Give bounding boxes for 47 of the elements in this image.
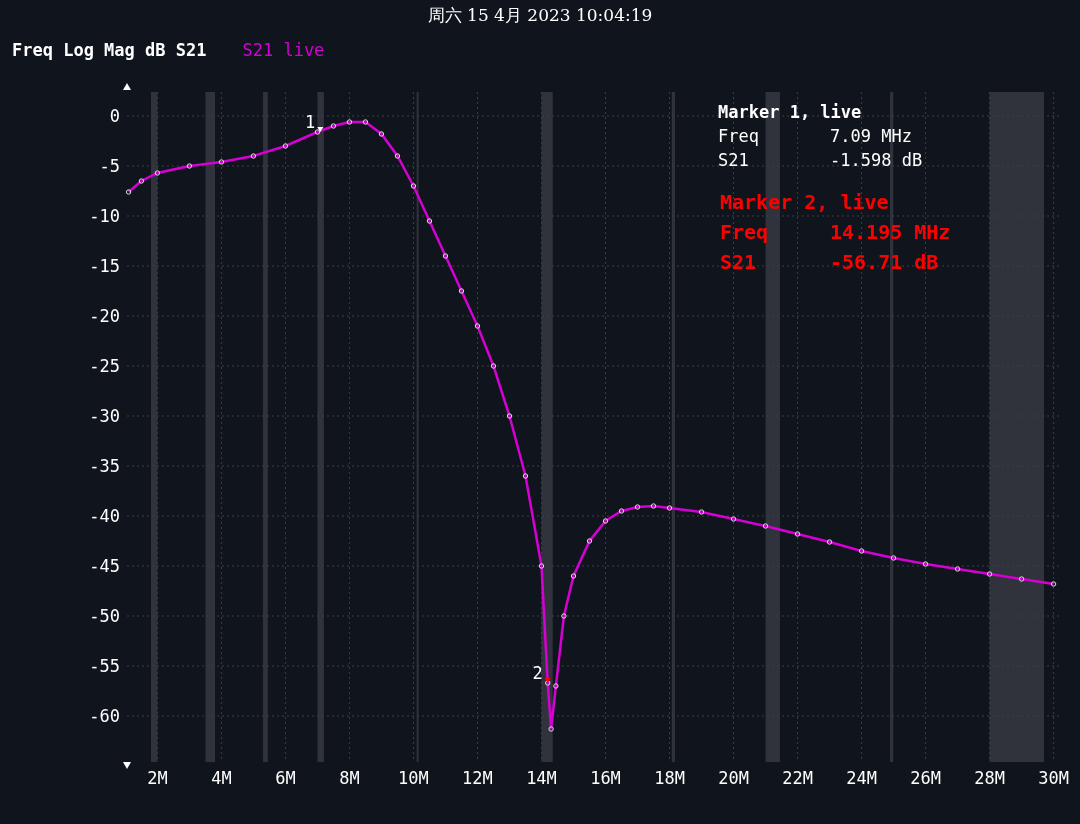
scroll-up-triangle-icon[interactable] xyxy=(123,83,131,90)
x-tick-label: 4M xyxy=(211,768,232,788)
x-tick-label: 16M xyxy=(590,768,621,788)
scroll-down-triangle-icon[interactable] xyxy=(123,762,131,769)
y-tick-label: -30 xyxy=(89,406,120,426)
x-tick-label: 30M xyxy=(1038,768,1069,788)
readout-value: -1.598 dB xyxy=(830,149,923,172)
x-tick-label: 2M xyxy=(147,768,168,788)
marker-number: 1 xyxy=(305,112,316,132)
readout-value: 14.195 MHz xyxy=(830,219,951,246)
y-tick-label: -15 xyxy=(89,256,120,276)
y-tick-label: -45 xyxy=(89,556,120,576)
plot-title: Freq Log Mag dB S21 xyxy=(12,40,207,60)
readout-label: Freq xyxy=(720,219,770,246)
y-tick-label: -50 xyxy=(89,606,120,626)
marker-triangle-icon xyxy=(544,678,551,684)
x-tick-label: 20M xyxy=(718,768,749,788)
y-tick-label: -10 xyxy=(89,206,120,226)
trace-label: S21 live xyxy=(242,40,325,60)
marker-readout-title: Marker 1, live xyxy=(718,101,863,124)
x-tick-label: 8M xyxy=(339,768,360,788)
y-tick-label: -35 xyxy=(89,456,120,476)
y-tick-label: -40 xyxy=(89,506,120,526)
x-tick-label: 6M xyxy=(275,768,296,788)
y-tick-label: -5 xyxy=(99,156,120,176)
marker-readout-title: Marker 2, live xyxy=(720,189,890,216)
x-tick-label: 22M xyxy=(782,768,813,788)
x-tick-label: 10M xyxy=(398,768,429,788)
y-tick-label: -20 xyxy=(89,306,120,326)
x-tick-label: 14M xyxy=(526,768,557,788)
readout-label: S21 xyxy=(718,149,750,172)
readout-label: Freq xyxy=(718,125,760,148)
x-tick-label: 18M xyxy=(654,768,685,788)
x-tick-label: 26M xyxy=(910,768,941,788)
marker-triangle-icon xyxy=(317,127,324,132)
date-time: 周六 15 4月 2023 10:04:19 xyxy=(427,3,653,27)
y-tick-label: -60 xyxy=(89,706,120,726)
readout-label: S21 xyxy=(720,249,758,276)
marker-number: 2 xyxy=(532,663,543,684)
readout-value: 7.09 MHz xyxy=(830,125,912,148)
y-tick-label: 0 xyxy=(109,106,120,126)
y-tick-label: -55 xyxy=(89,656,120,676)
y-tick-label: -25 xyxy=(89,356,120,376)
x-tick-label: 12M xyxy=(462,768,493,788)
x-tick-label: 24M xyxy=(846,768,877,788)
x-tick-label: 28M xyxy=(974,768,1005,788)
readout-value: -56.71 dB xyxy=(830,249,939,276)
